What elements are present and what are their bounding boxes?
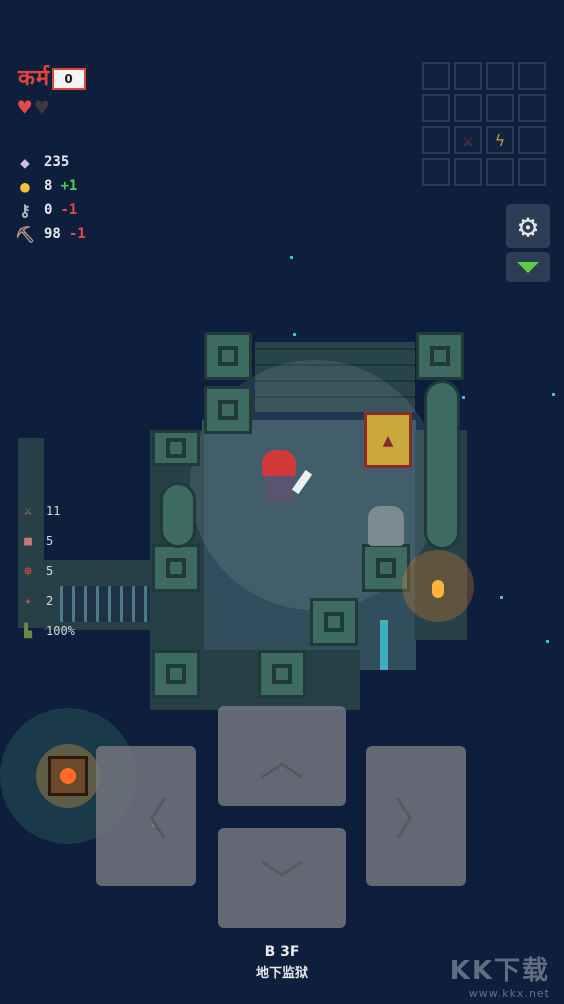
pillar: [160, 482, 196, 548]
dungeon-map: ▲: [0, 330, 564, 730]
inventory-slot[interactable]: [518, 94, 546, 122]
logo-badge: 0: [52, 68, 87, 90]
chevron-down-icon: [517, 261, 539, 273]
stat-attack: ⚔ 11: [20, 496, 75, 526]
treasure-chest[interactable]: ▲: [364, 412, 412, 468]
sword-icon: ⚔: [463, 130, 473, 150]
gem-icon: ◆: [20, 152, 30, 172]
star: [290, 256, 293, 259]
stat-boots: ▙ 100%: [20, 616, 75, 646]
inventory-slot[interactable]: [518, 126, 546, 154]
fire-icon: [60, 768, 76, 784]
stone-statue: [368, 506, 404, 546]
stone-block: [310, 598, 358, 646]
dpad-right-button[interactable]: 〉: [366, 746, 466, 886]
hero-hair: [262, 450, 296, 478]
chest-lock-icon: ▲: [382, 429, 394, 451]
speed-icon: ✦: [24, 593, 32, 609]
inventory-slot[interactable]: [454, 158, 482, 186]
inventory-grid: ⚔ ϟ: [422, 62, 546, 186]
key-count: 0: [44, 202, 53, 218]
watermark-url: www.kkx.net: [468, 987, 550, 1000]
crit-value: 5: [46, 564, 54, 578]
gear-icon: ⚙: [518, 207, 538, 245]
pickaxe-icon: ⛏: [14, 224, 36, 244]
inventory-slot[interactable]: [454, 62, 482, 90]
water-pipe: [380, 620, 388, 670]
inventory-slot[interactable]: [422, 94, 450, 122]
hero-body: [266, 476, 292, 502]
stat-keys: ⚷ 0 -1: [14, 198, 86, 222]
pickaxe-delta: -1: [68, 226, 86, 242]
stat-gems: ◆ 235: [14, 150, 86, 174]
arrow-left-icon: 〈: [124, 795, 168, 846]
resource-stats: ◆ 235 ● 8 +1 ⚷ 0 -1 ⛏ 98 -1: [14, 150, 86, 246]
inventory-slot[interactable]: [422, 126, 450, 154]
health-hearts: ♥ ♥: [18, 98, 49, 120]
watermark: KK下载 www.kkx.net: [450, 950, 550, 1000]
attack-value: 11: [46, 504, 61, 518]
stone-block: [204, 332, 252, 380]
stat-pickaxe: ⛏ 98 -1: [14, 222, 86, 246]
stat-defense: ■ 5: [20, 526, 75, 556]
gem-count: 235: [44, 154, 70, 170]
dpad-down-button[interactable]: ﹀: [218, 828, 346, 928]
logo-text: कर्म: [18, 66, 51, 91]
watermark-brand: KK下载: [449, 956, 550, 986]
defense-value: 5: [46, 534, 54, 548]
stone-block: [204, 386, 252, 434]
arrow-right-icon: 〉: [394, 795, 438, 846]
inventory-slot-sword[interactable]: ⚔: [454, 126, 482, 154]
pickaxe-count: 98: [44, 226, 61, 242]
inventory-slot[interactable]: [486, 62, 514, 90]
heart-empty-icon: ♥: [35, 96, 49, 121]
speed-value: 2: [46, 594, 54, 608]
inventory-slot[interactable]: [422, 62, 450, 90]
stat-gold: ● 8 +1: [14, 174, 86, 198]
lightning-icon: ϟ: [495, 130, 505, 150]
expand-menu-button[interactable]: [506, 252, 550, 282]
torch-flame-icon: [432, 580, 444, 598]
heart-full-icon: ♥: [18, 96, 32, 121]
dpad-up-button[interactable]: ︿: [218, 706, 346, 806]
inventory-slot[interactable]: [486, 94, 514, 122]
stat-crit: ⊕ 5: [20, 556, 75, 586]
arrow-down-icon: ﹀: [260, 857, 304, 908]
stone-block: [152, 650, 200, 698]
character-stats: ⚔ 11 ■ 5 ⊕ 5 ✦ 2 ▙ 100%: [20, 496, 75, 646]
boots-value: 100%: [46, 624, 75, 638]
stone-block: [416, 332, 464, 380]
crit-icon: ⊕: [24, 563, 32, 579]
inventory-slot[interactable]: [486, 158, 514, 186]
arrow-up-icon: ︿: [260, 735, 304, 786]
boots-icon: ▙: [24, 623, 32, 639]
defense-icon: ■: [24, 533, 32, 549]
gold-delta: +1: [60, 178, 78, 194]
stone-block: [152, 544, 200, 592]
inventory-slot[interactable]: [422, 158, 450, 186]
hero-character: [258, 450, 313, 506]
stat-speed: ✦ 2: [20, 586, 75, 616]
attack-icon: ⚔: [24, 503, 32, 519]
bomb-skill-button[interactable]: [48, 756, 88, 796]
inventory-slot-lightning[interactable]: ϟ: [486, 126, 514, 154]
inventory-slot[interactable]: [518, 62, 546, 90]
karma-logo: कर्म 0: [18, 62, 88, 92]
stone-block: [258, 650, 306, 698]
dpad-left-button[interactable]: 〈: [96, 746, 196, 886]
inventory-slot[interactable]: [518, 158, 546, 186]
stone-block: [152, 430, 200, 466]
key-delta: -1: [60, 202, 78, 218]
inventory-slot[interactable]: [454, 94, 482, 122]
pillar: [424, 380, 460, 550]
settings-button[interactable]: ⚙: [506, 204, 550, 248]
gold-count: 8: [44, 178, 53, 194]
key-icon: ⚷: [19, 200, 31, 220]
gold-coin-icon: ●: [20, 176, 30, 196]
